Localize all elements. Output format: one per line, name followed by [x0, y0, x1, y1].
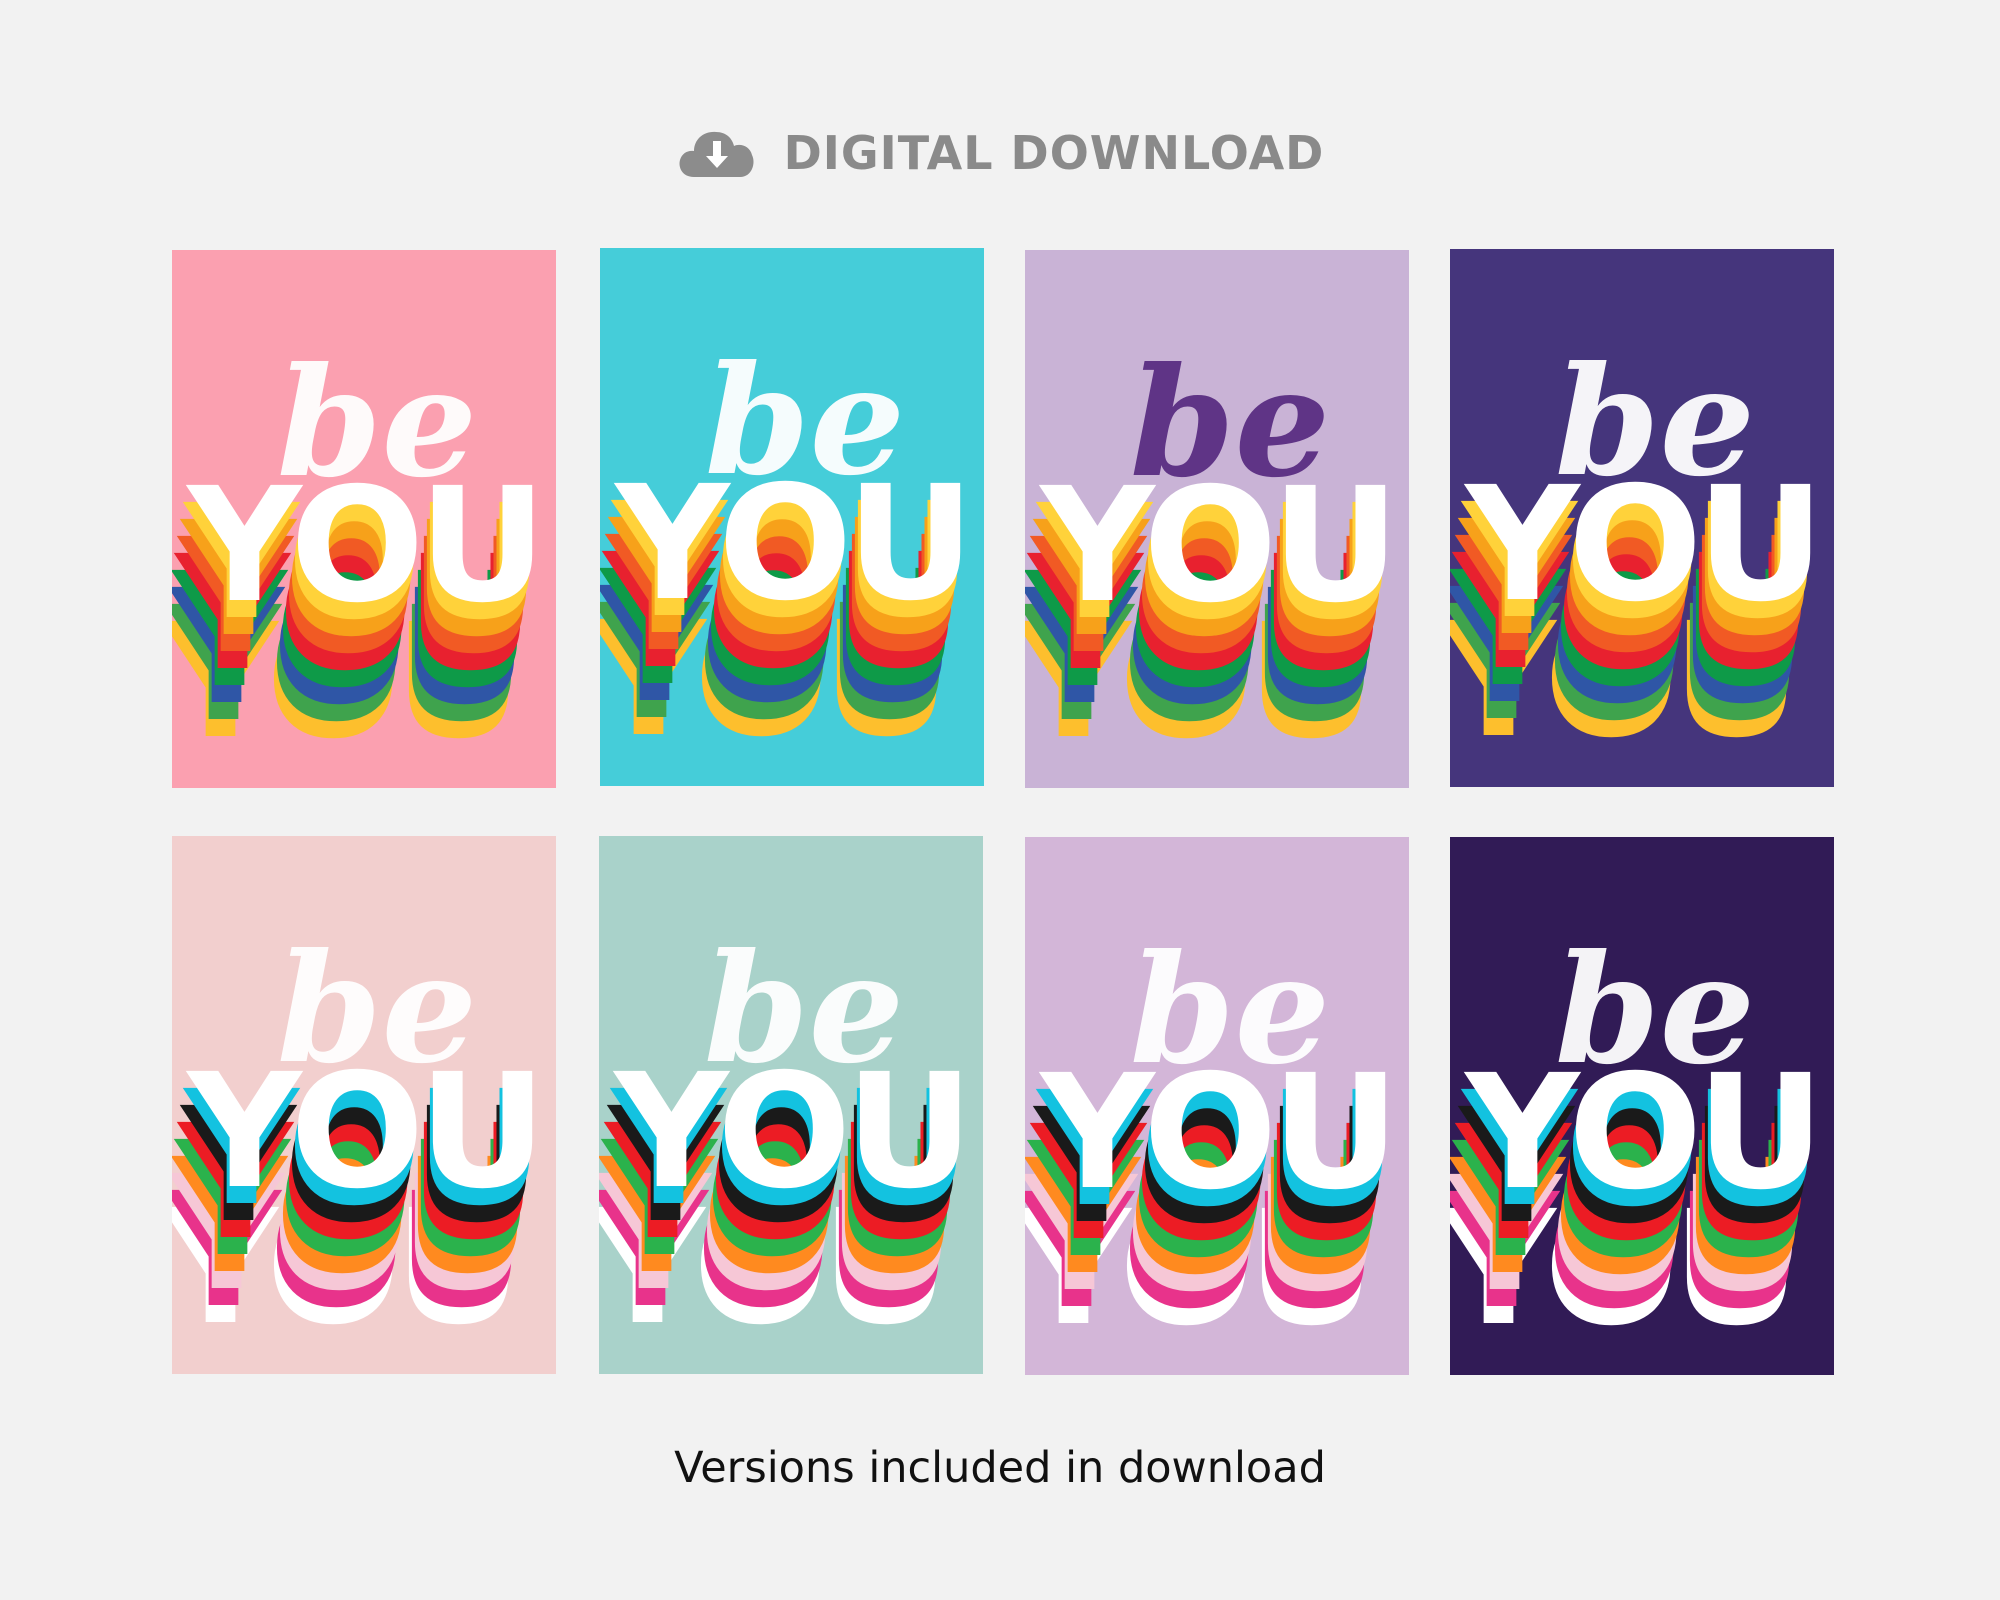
print-version-card: YOU YOU YOU YOU YOU YOU YOU YOU YOU be [1025, 837, 1409, 1375]
be-script-text: be [705, 333, 905, 509]
be-you-artwork: YOUYOUYOUYOUYOUYOUYOUYOUYOUbe [172, 921, 547, 1360]
be-script-text: be [277, 921, 477, 1097]
print-version-card: YOU YOU YOU YOU YOU YOU YOU YOU YOU be [172, 250, 556, 788]
be-script-text: be [277, 335, 477, 511]
caption-text: Versions included in download [674, 1443, 1326, 1493]
be-you-artwork: YOUYOUYOUYOUYOUYOUYOUYOUYOUbe [599, 921, 974, 1360]
be-script-text: be [1130, 922, 1330, 1098]
print-version-card: YOU YOU YOU YOU YOU YOU YOU YOU YOU be [599, 836, 983, 1374]
print-version-card: YOU YOU YOU YOU YOU YOU YOU YOU YOU be [1025, 250, 1409, 788]
digital-download-header: DIGITAL DOWNLOAD [0, 118, 2000, 188]
be-you-artwork: YOUYOUYOUYOUYOUYOUYOUYOUYOUbe [172, 335, 547, 774]
header-title: DIGITAL DOWNLOAD [783, 126, 1325, 180]
be-you-artwork: YOUYOUYOUYOUYOUYOUYOUYOUYOUbe [1025, 335, 1400, 774]
print-version-card: YOU YOU YOU YOU YOU YOU YOU YOU YOU be [600, 248, 984, 786]
print-version-card: YOU YOU YOU YOU YOU YOU YOU YOU YOU be [1450, 249, 1834, 787]
cloud-download-icon [679, 131, 754, 177]
print-version-card: YOU YOU YOU YOU YOU YOU YOU YOU YOU be [172, 836, 556, 1374]
be-you-artwork: YOUYOUYOUYOUYOUYOUYOUYOUYOUbe [1450, 922, 1825, 1361]
be-script-text: be [704, 921, 904, 1097]
be-script-text: be [1130, 335, 1330, 511]
be-you-artwork: YOUYOUYOUYOUYOUYOUYOUYOUYOUbe [600, 333, 975, 772]
be-you-artwork: YOUYOUYOUYOUYOUYOUYOUYOUYOUbe [1450, 334, 1825, 773]
be-you-artwork: YOUYOUYOUYOUYOUYOUYOUYOUYOUbe [1025, 922, 1400, 1361]
be-script-text: be [1555, 922, 1755, 1098]
be-script-text: be [1555, 334, 1755, 510]
print-version-card: YOU YOU YOU YOU YOU YOU YOU YOU YOU be [1450, 837, 1834, 1375]
